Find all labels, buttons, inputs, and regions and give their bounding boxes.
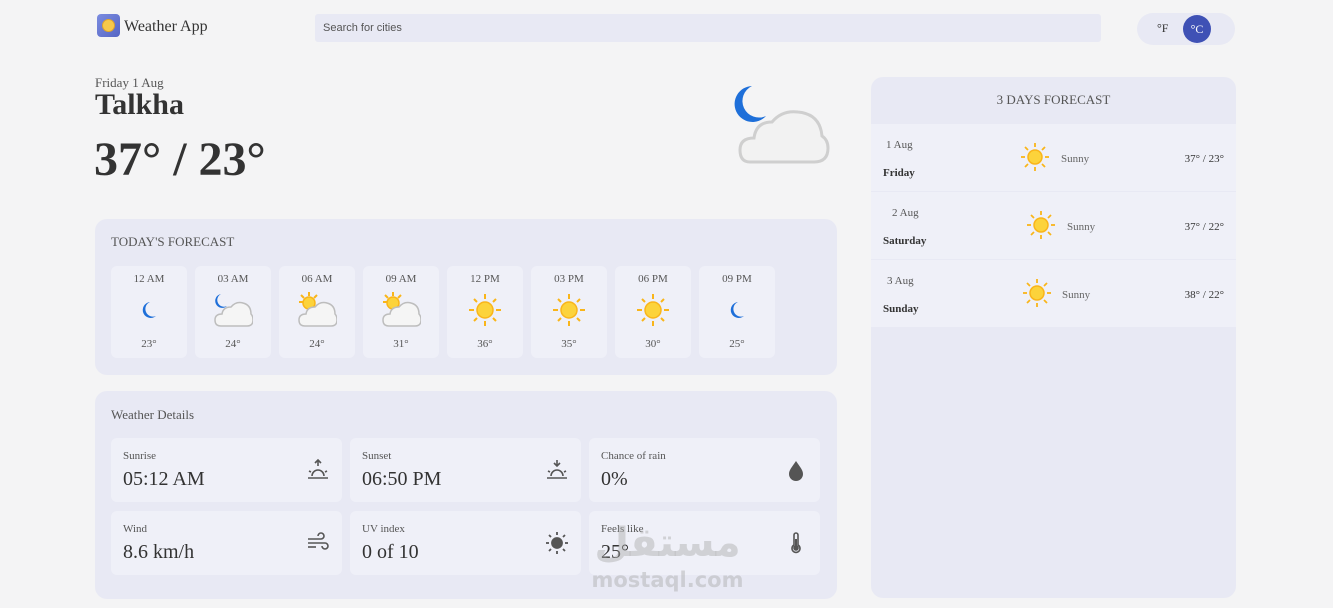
hour-temp: 30° [645,338,661,350]
hour-card: 12 AM 23° [111,266,187,358]
sun-icon [469,294,501,326]
hour-card: 09 PM 25° [699,266,775,358]
day-temps: 37° / 23° [1184,153,1224,165]
sun-outline-icon [546,532,568,554]
detail-label: Chance of rain [601,450,666,462]
sunset-icon [547,460,567,479]
day-temps: 38° / 22° [1184,289,1224,301]
day-name: Friday [883,167,915,179]
forecast-title: 3 DAYS FORECAST [996,92,1111,107]
hour-temp: 24° [225,338,241,350]
unit-toggle[interactable]: °F °C [1137,13,1235,45]
detail-value: 05:12 AM [123,468,205,490]
day-date: 1 Aug [886,139,913,151]
detail-card-sunrise: Sunrise 05:12 AM [111,438,342,502]
hour-temp: 23° [141,338,157,350]
weather-details-title: Weather Details [111,407,195,422]
hour-card: 06 AM 24° [279,266,355,358]
detail-label: UV index [362,523,405,535]
sun-icon [637,294,669,326]
hour-temp: 25° [729,338,745,350]
day-date: 2 Aug [892,207,919,219]
day-condition: Sunny [1067,221,1096,233]
sun-icon [1021,143,1049,171]
sun-icon [1027,211,1055,239]
moon-cloud-icon [214,294,253,327]
hour-time: 03 AM [217,273,249,285]
sun-cloud-icon [298,292,337,327]
detail-value: 0% [601,468,628,490]
hour-temp: 36° [477,338,493,350]
app-logo[interactable]: Weather App [97,14,208,37]
hour-time: 06 AM [301,273,333,285]
three-day-forecast-panel: 3 DAYS FORECAST 1 Aug Friday Sunny 37° /… [871,77,1236,598]
city-name: Talkha [95,88,184,121]
celsius-option[interactable]: °C [1183,15,1211,43]
hour-time: 12 AM [133,273,165,285]
detail-value: 0 of 10 [362,541,419,563]
forecast-day-row: 2 Aug Saturday Sunny 37° / 22° [871,192,1236,259]
detail-card-uv: UV index 0 of 10 [350,511,581,575]
hour-temp: 24° [309,338,325,350]
forecast-day-row: 3 Aug Sunday Sunny 38° / 22° [871,260,1236,327]
detail-value: 25° [601,541,629,563]
detail-label: Sunset [362,450,392,462]
fahrenheit-option[interactable]: °F [1157,21,1168,36]
weather-details-panel: Weather Details Sunrise 05:12 AM Sunset … [95,391,837,599]
hour-time: 12 PM [470,273,500,285]
hour-card: 06 PM 30° [615,266,691,358]
todays-forecast-panel: TODAY'S FORECAST 12 AM 23° 03 AM 24° 06 … [95,219,837,375]
detail-card-wind: Wind 8.6 km/h [111,511,342,575]
hour-temp: 35° [561,338,577,350]
hour-time: 09 PM [722,273,752,285]
sun-cloud-icon [382,292,421,327]
detail-card-rain: Chance of rain 0% [589,438,820,502]
forecast-day-row: 1 Aug Friday Sunny 37° / 23° [871,124,1236,191]
detail-card-sunset: Sunset 06:50 PM [350,438,581,502]
hour-card: 03 PM 35° [531,266,607,358]
detail-label: Sunrise [123,450,156,462]
detail-value: 8.6 km/h [123,541,195,563]
detail-card-feels-like: Feels like 25° [589,511,820,575]
current-temps: 37° / 23° [94,133,266,186]
hour-card: 03 AM 24° [195,266,271,358]
detail-label: Feels like [601,523,644,535]
droplet-icon [789,461,803,481]
day-temps: 37° / 22° [1184,221,1224,233]
todays-forecast-title: TODAY'S FORECAST [111,234,235,249]
moon-cloud-icon [734,86,830,164]
wind-icon [308,532,329,550]
day-name: Sunday [883,303,919,315]
day-date: 3 Aug [887,275,914,287]
sun-icon [553,294,585,326]
day-condition: Sunny [1061,153,1090,165]
detail-label: Wind [123,523,147,535]
moon-icon [730,302,744,318]
detail-value: 06:50 PM [362,468,442,490]
hour-card: 09 AM 31° [363,266,439,358]
hour-card: 12 PM 36° [447,266,523,358]
moon-icon [142,302,156,318]
hour-temp: 31° [393,338,409,350]
thermometer-icon [791,532,801,554]
day-name: Saturday [883,235,927,247]
search-input[interactable] [315,14,1101,42]
sunrise-icon [308,458,328,479]
hour-time: 09 AM [385,273,417,285]
app-title: Weather App [124,18,208,35]
app-logo-icon [97,14,120,37]
day-condition: Sunny [1062,289,1091,301]
hour-time: 03 PM [554,273,584,285]
sun-icon [1023,279,1051,307]
hour-time: 06 PM [638,273,668,285]
